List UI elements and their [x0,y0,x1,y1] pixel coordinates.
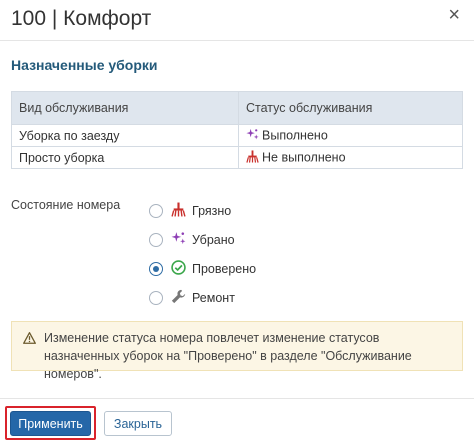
room-state-option-dirty[interactable]: Грязно [149,201,231,221]
table-row: Уборка по заезду Выполнено [11,124,463,147]
close-icon[interactable]: × [448,5,460,25]
close-button[interactable]: Закрыть [104,411,172,436]
service-status-text: Выполнено [262,127,328,142]
room-state-option-label: Убрано [192,233,235,247]
room-state-option-cleaned[interactable]: Убрано [149,230,235,250]
warning-notice-text: Изменение статуса номера повлечет измене… [44,331,412,381]
apply-button[interactable]: Применить [10,411,91,436]
table-row: Просто уборка Не выполнено [11,146,463,169]
dialog-title: 100 | Комфорт [11,7,152,30]
service-status-cell: Не выполнено [238,146,463,169]
check-circle-icon [171,260,186,278]
table-header-row: Вид обслуживания Статус обслуживания [11,91,463,125]
footer-divider [0,398,474,399]
sparkles-icon [171,231,186,249]
assigned-cleanings-title: Назначенные уборки [11,57,158,73]
column-header-service-type: Вид обслуживания [11,91,239,125]
warning-icon [23,331,36,349]
service-type-cell: Уборка по заезду [11,124,239,147]
column-header-service-status: Статус обслуживания [238,91,463,125]
room-state-option-label: Проверено [192,262,257,276]
room-state-option-checked[interactable]: Проверено [149,259,256,279]
dialog-header: 100 | Комфорт × [0,0,474,41]
wrench-icon [171,289,186,307]
broom-icon [171,202,186,220]
radio-button-selected[interactable] [149,262,163,276]
service-type-cell: Просто уборка [11,146,239,169]
service-status-cell: Выполнено [238,124,463,147]
broom-icon [246,149,259,166]
room-state-option-label: Грязно [192,204,232,218]
warning-notice: Изменение статуса номера повлечет измене… [11,321,463,381]
service-status-text: Не выполнено [262,149,346,164]
radio-button[interactable] [149,233,163,247]
sparkles-icon [246,128,259,144]
radio-button[interactable] [149,291,163,305]
assigned-cleanings-table: Вид обслуживания Статус обслуживания Убо… [11,91,463,169]
radio-button[interactable] [149,204,163,218]
room-state-option-repair[interactable]: Ремонт [149,288,235,308]
room-state-option-label: Ремонт [192,291,235,305]
room-state-label: Состояние номера [11,198,121,212]
